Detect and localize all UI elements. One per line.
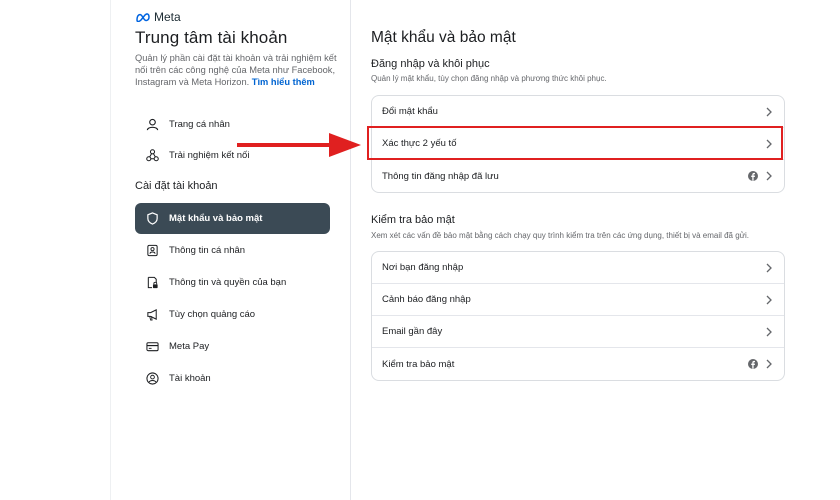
security-checkup-subtitle: Xem xét các vấn đề bảo mật bằng cách chạ…: [371, 231, 750, 240]
login-recovery-subtitle: Quản lý mật khẩu, tùy chọn đăng nhập và …: [371, 74, 607, 83]
sidebar-description: Quản lý phần cài đặt tài khoản và trải n…: [135, 52, 347, 88]
sidebar-item-label: Thông tin và quyền của bạn: [169, 277, 287, 288]
row-saved-login-info[interactable]: Thông tin đăng nhập đã lưu: [372, 160, 784, 192]
meta-logo-icon: [136, 13, 150, 22]
login-recovery-card: Đổi mật khẩu Xác thực 2 yếu tố Thông tin…: [371, 95, 785, 193]
row-label: Xác thực 2 yếu tố: [382, 138, 457, 149]
login-recovery-heading: Đăng nhập và khôi phục: [371, 58, 490, 70]
id-card-icon: [145, 244, 159, 258]
row-login-alerts[interactable]: Cảnh báo đăng nhập: [372, 284, 784, 316]
main-panel: Mật khẩu và bảo mật Đăng nhập và khôi ph…: [352, 0, 800, 500]
person-icon: [145, 118, 159, 132]
sidebar-item-label: Mật khẩu và bảo mật: [169, 213, 263, 224]
sidebar-item-ad-preferences[interactable]: Tùy chọn quảng cáo: [135, 299, 330, 330]
sidebar-item-label: Tùy chọn quảng cáo: [169, 309, 256, 320]
row-where-logged-in[interactable]: Nơi bạn đăng nhập: [372, 252, 784, 284]
shield-icon: [145, 212, 159, 226]
chevron-right-icon: [766, 359, 772, 369]
chevron-right-icon: [766, 171, 772, 181]
row-change-password[interactable]: Đổi mật khẩu: [372, 96, 784, 128]
row-label: Cảnh báo đăng nhập: [382, 294, 471, 305]
row-two-factor-auth[interactable]: Xác thực 2 yếu tố: [372, 128, 784, 160]
row-label: Đổi mật khẩu: [382, 106, 438, 117]
credit-card-icon: [145, 340, 159, 354]
row-security-checkup[interactable]: Kiểm tra bảo mật: [372, 348, 784, 380]
sidebar: Meta Trung tâm tài khoản Quản lý phần cà…: [111, 0, 351, 500]
chevron-right-icon: [766, 263, 772, 273]
facebook-icon: [748, 359, 758, 369]
row-label: Kiểm tra bảo mật: [382, 358, 455, 370]
connected-experiences-icon: [145, 149, 159, 163]
sidebar-item-your-info-permissions[interactable]: Thông tin và quyền của bạn: [135, 267, 330, 298]
megaphone-icon: [145, 308, 159, 322]
sidebar-item-label: Tài khoản: [169, 373, 211, 384]
row-label: Thông tin đăng nhập đã lưu: [382, 170, 499, 182]
row-label: Email gần đây: [382, 326, 443, 337]
security-checkup-heading: Kiểm tra bảo mật: [371, 214, 455, 226]
account-settings-heading: Cài đặt tài khoản: [135, 180, 218, 192]
chevron-right-icon: [766, 107, 772, 117]
page-title: Trung tâm tài khoản: [135, 28, 288, 47]
chevron-right-icon: [766, 327, 772, 337]
meta-logo[interactable]: Meta: [135, 10, 181, 24]
row-recent-emails[interactable]: Email gần đây: [372, 316, 784, 348]
chevron-right-icon: [766, 295, 772, 305]
sidebar-item-password-security[interactable]: Mật khẩu và bảo mật: [135, 203, 330, 234]
red-arrow-annotation: [237, 133, 361, 157]
meta-logo-text: Meta: [154, 10, 181, 24]
sidebar-item-label: Thông tin cá nhân: [169, 245, 246, 256]
sidebar-item-label: Meta Pay: [169, 341, 210, 352]
chevron-right-icon: [766, 139, 772, 149]
sidebar-item-label: Trang cá nhân: [169, 119, 230, 130]
account-circle-icon: [145, 372, 159, 386]
main-title: Mật khẩu và bảo mật: [371, 29, 516, 46]
sidebar-item-personal-info[interactable]: Thông tin cá nhân: [135, 235, 330, 266]
document-lock-icon: [145, 276, 159, 290]
row-label: Nơi bạn đăng nhập: [382, 262, 464, 273]
sidebar-item-meta-pay[interactable]: Meta Pay: [135, 331, 330, 362]
learn-more-link[interactable]: Tìm hiểu thêm: [252, 77, 315, 87]
outer-background: [0, 0, 111, 500]
sidebar-item-accounts[interactable]: Tài khoản: [135, 363, 330, 394]
security-checkup-card: Nơi bạn đăng nhập Cảnh báo đăng nhập Ema…: [371, 251, 785, 381]
facebook-icon: [748, 171, 758, 181]
